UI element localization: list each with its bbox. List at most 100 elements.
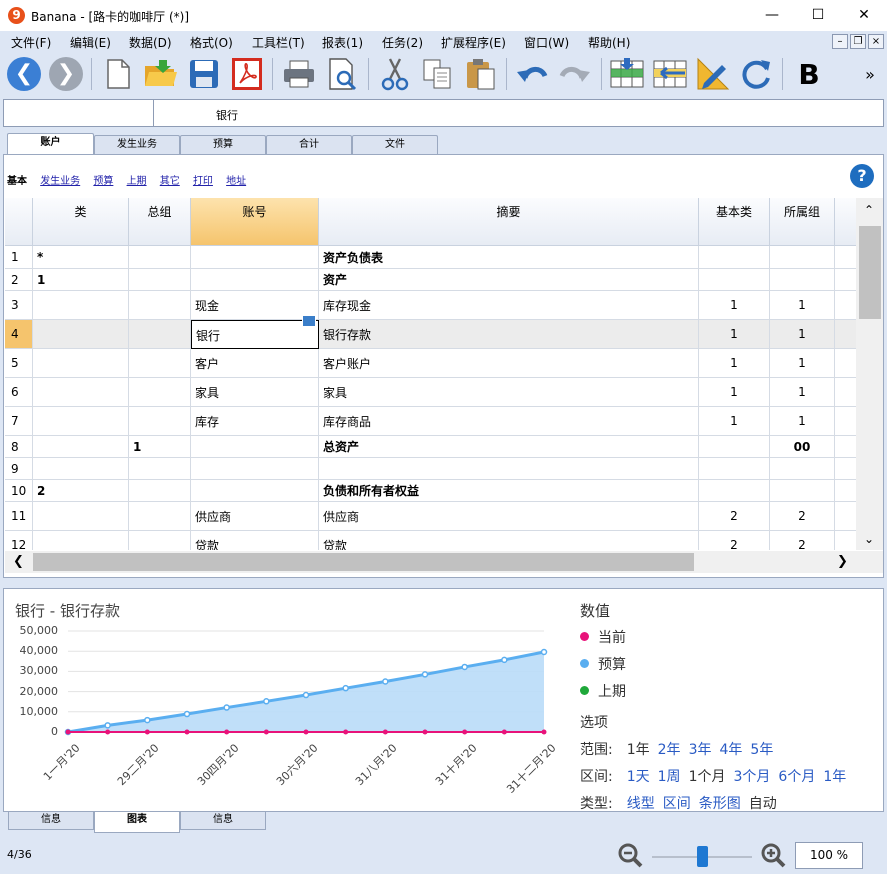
cell-description[interactable]: 贷款 [319,531,699,550]
cell-class[interactable] [33,349,129,378]
cell-bclass[interactable]: 1 [699,291,770,320]
scroll-down-icon[interactable]: ⌄ [864,532,874,546]
column-header-bclass[interactable]: 基本类 [699,198,770,246]
cell-content-field[interactable]: 银行 [216,107,238,123]
paste-icon[interactable] [463,56,499,92]
menu-edit[interactable]: 编辑(E) [70,34,111,51]
menu-extensions[interactable]: 扩展程序(E) [441,34,506,51]
range-option[interactable]: 3年 [689,742,712,758]
tab-budget[interactable]: 预算 [180,135,266,155]
cell-class[interactable] [33,436,129,458]
cell-group[interactable] [129,531,191,550]
cell-description[interactable]: 资产 [319,269,699,291]
row-number[interactable]: 5 [5,349,33,378]
cell-class[interactable] [33,458,129,480]
cell-class[interactable] [33,502,129,531]
view-address-link[interactable]: 地址 [226,176,246,187]
cell-extra[interactable] [835,531,856,550]
cell-gr[interactable]: 2 [770,502,835,531]
cell-account[interactable]: 客户 [191,349,319,378]
row-number[interactable]: 9 [5,458,33,480]
cell-extra[interactable] [835,378,856,407]
zoom-in-icon[interactable] [760,842,786,868]
row-number[interactable]: 2 [5,269,33,291]
row-number[interactable]: 7 [5,407,33,436]
tab-totals[interactable]: 合计 [266,135,352,155]
cell-account[interactable] [191,269,319,291]
cell-account[interactable]: 现金 [191,291,319,320]
cell-bclass[interactable] [699,480,770,502]
cell-class[interactable] [33,531,129,550]
interval-option[interactable]: 3个月 [733,769,770,785]
row-number[interactable]: 4 [5,320,33,349]
cell-gr[interactable]: 1 [770,378,835,407]
horizontal-scroll-thumb[interactable] [33,553,694,571]
scroll-up-icon[interactable]: ⌃ [864,203,874,217]
cell-link-icon[interactable] [302,315,316,327]
pdf-icon[interactable] [229,56,265,92]
menu-window[interactable]: 窗口(W) [524,34,569,51]
cell-extra[interactable] [835,458,856,480]
cell-gr[interactable]: 00 [770,436,835,458]
interval-option[interactable]: 1年 [823,769,846,785]
cell-class[interactable] [33,320,129,349]
column-header-description[interactable]: 摘要 [319,198,699,246]
zoom-value-field[interactable]: 100 % [795,842,863,869]
cell-extra[interactable] [835,269,856,291]
cell-gr[interactable]: 1 [770,291,835,320]
cell-description[interactable]: 家具 [319,378,699,407]
cell-class[interactable] [33,378,129,407]
cell-group[interactable] [129,378,191,407]
cell-group[interactable] [129,407,191,436]
cell-gr[interactable]: 2 [770,531,835,550]
cell-description[interactable]: 负债和所有者权益 [319,480,699,502]
zoom-slider-thumb[interactable] [697,846,708,867]
type-option[interactable]: 条形图 [699,796,741,812]
cell-bclass[interactable]: 1 [699,320,770,349]
cell-group[interactable] [129,246,191,269]
cell-bclass[interactable]: 1 [699,349,770,378]
cell-group[interactable] [129,269,191,291]
forward-icon[interactable]: ❯ [48,56,84,92]
interval-option[interactable]: 6个月 [778,769,815,785]
cell-gr[interactable] [770,246,835,269]
cell-bclass[interactable] [699,246,770,269]
cell-extra[interactable] [835,320,856,349]
cell-description[interactable]: 库存现金 [319,291,699,320]
maximize-button[interactable]: ☐ [795,0,841,31]
cell-account[interactable]: 库存 [191,407,319,436]
undo-icon[interactable] [514,56,550,92]
cell-gr[interactable]: 1 [770,349,835,378]
legend-budget[interactable]: 预算 [580,654,626,674]
column-header-group[interactable]: 总组 [129,198,191,246]
help-icon[interactable]: ? [850,164,874,188]
cell-description[interactable]: 库存商品 [319,407,699,436]
vertical-scrollbar[interactable]: ⌃ ⌄ [856,198,883,550]
cell-extra[interactable] [835,246,856,269]
cell-group[interactable] [129,502,191,531]
back-icon[interactable]: ❮ [6,56,42,92]
range-option[interactable]: 2年 [658,742,681,758]
cell-bclass[interactable]: 1 [699,407,770,436]
cell-description[interactable]: 资产负债表 [319,246,699,269]
cell-account[interactable] [191,480,319,502]
mdi-minimize-button[interactable]: – [832,34,848,49]
cell-extra[interactable] [835,502,856,531]
mdi-close-button[interactable]: × [868,34,884,49]
menu-reports[interactable]: 报表(1) [322,34,363,51]
interval-option[interactable]: 1周 [658,769,681,785]
row-number[interactable]: 10 [5,480,33,502]
cell-class[interactable] [33,407,129,436]
row-number[interactable]: 12 [5,531,33,550]
row-number[interactable]: 8 [5,436,33,458]
cell-account[interactable] [191,246,319,269]
cell-description[interactable]: 客户账户 [319,349,699,378]
cell-bclass[interactable] [699,269,770,291]
bottom-tab-info-2[interactable]: 信息 [180,812,266,830]
cell-description[interactable]: 供应商 [319,502,699,531]
cell-bclass[interactable] [699,458,770,480]
recalculate-icon[interactable] [738,56,774,92]
open-folder-icon[interactable] [143,56,179,92]
cell-class[interactable] [33,291,129,320]
range-option[interactable]: 1年 [627,742,650,758]
